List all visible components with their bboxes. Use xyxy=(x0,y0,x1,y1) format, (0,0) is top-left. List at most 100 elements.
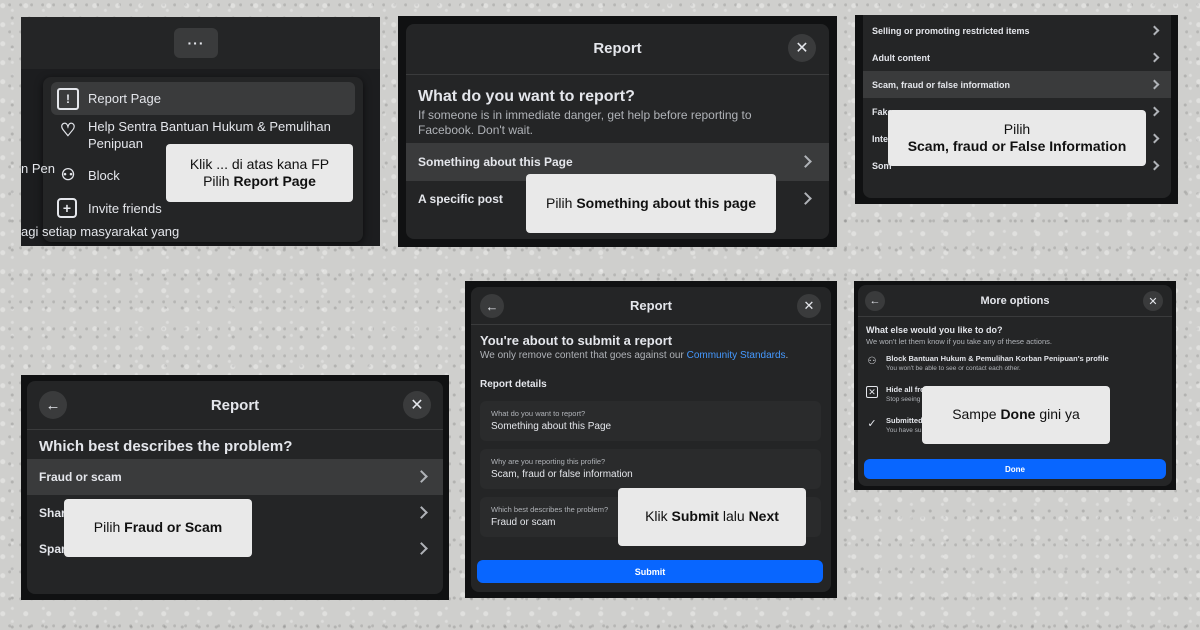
dialog-heading: What else would you like to do? xyxy=(866,325,1003,335)
callout-text: Klik xyxy=(645,508,672,525)
checkmark-icon: ✓ xyxy=(867,417,877,430)
chevron-right-icon xyxy=(1149,25,1160,36)
callout-step-3: Pilih Scam, fraud or False Information xyxy=(888,110,1146,166)
callout-text: Pilih xyxy=(203,173,234,189)
option-label: Shar xyxy=(39,506,66,520)
option-label: Something about this Page xyxy=(418,155,573,169)
option-label: A specific post xyxy=(418,192,503,206)
chevron-right-icon xyxy=(415,542,428,555)
submit-dialog: ← Report ✕ You're about to submit a repo… xyxy=(471,287,831,592)
chevron-right-icon xyxy=(1149,106,1160,117)
divider xyxy=(27,429,443,430)
option-title: Hide all fro xyxy=(886,385,925,394)
detail-answer: Scam, fraud or false information xyxy=(491,469,633,480)
detail-what-to-report: What do you want to report? Something ab… xyxy=(480,401,821,441)
dialog-heading: Which best describes the problem? xyxy=(39,438,293,455)
dialog-title: Report xyxy=(593,40,642,57)
chevron-right-icon xyxy=(1149,79,1160,90)
callout-text: Pilih xyxy=(93,519,125,536)
dialog-subtext: We only remove content that goes against… xyxy=(480,350,788,361)
detail-question: Why are you reporting this profile? xyxy=(491,457,606,466)
option-desc: You won't be able to see or contact each… xyxy=(886,365,1021,372)
callout-bold-text: Scam, fraud or False Information xyxy=(907,138,1127,154)
screenshot-describe-problem: ← Report ✕ Which best describes the prob… xyxy=(21,375,449,600)
background-text-left: n Pen xyxy=(21,161,55,176)
report-icon: ! xyxy=(57,87,79,110)
callout-line: Pilih Report Page xyxy=(203,173,316,191)
option-label: Fraud or scam xyxy=(39,470,122,484)
detail-why-reporting: Why are you reporting this profile? Scam… xyxy=(480,449,821,489)
chevron-right-icon xyxy=(415,506,428,519)
callout-text: gini ya xyxy=(1035,406,1080,423)
chevron-right-icon xyxy=(799,155,812,168)
callout-step-5: Klik Submit lalu Next xyxy=(618,488,806,546)
invite-icon: + xyxy=(57,198,77,218)
callout-bold-text: Something about this page xyxy=(576,194,757,211)
menu-item-label: Block xyxy=(88,167,120,183)
chevron-right-icon xyxy=(1149,133,1160,144)
callout-step-6: Sampe Done gini ya xyxy=(922,386,1110,444)
callout-bold-text: Done xyxy=(1000,406,1036,423)
reason-item-scam[interactable]: Scam, fraud or false information xyxy=(863,71,1171,98)
chevron-right-icon xyxy=(1149,160,1160,171)
dialog-subtext: We won't let them know if you take any o… xyxy=(866,337,1052,346)
callout-bold-text: Submit xyxy=(671,508,719,525)
callout-line: Pilih xyxy=(1003,120,1031,137)
callout-bold-text: Fraud or Scam xyxy=(124,519,223,536)
block-user-icon: ⚇ xyxy=(60,167,76,184)
heart-hand-icon: ♡ xyxy=(59,119,77,140)
reason-dialog: Selling or promoting restricted items Ad… xyxy=(863,15,1171,198)
detail-answer: Something about this Page xyxy=(491,421,612,432)
callout-text: lalu xyxy=(718,508,749,525)
detail-question: What do you want to report? xyxy=(491,409,586,418)
callout-line: Klik ... di atas kana FP xyxy=(189,155,330,172)
chevron-right-icon xyxy=(799,192,812,205)
close-icon[interactable]: ✕ xyxy=(797,294,821,318)
callout-step-4: Pilih Fraud or Scam xyxy=(64,499,252,557)
callout-step-2: Pilih Something about this page xyxy=(526,174,776,233)
background-text: agi setiap masyarakat yang xyxy=(21,224,180,239)
reason-label: Inte xyxy=(872,133,889,144)
callout-bold-text: Report Page xyxy=(233,173,316,189)
dialog-title: Report xyxy=(210,397,260,414)
community-standards-link[interactable]: Community Standards xyxy=(687,350,786,361)
menu-item-report-page[interactable]: ! Report Page xyxy=(51,82,355,115)
callout-bold-text: Next xyxy=(748,508,779,525)
more-button[interactable]: ··· xyxy=(174,28,218,58)
block-user-icon: ⚇ xyxy=(867,355,877,367)
option-title: Block Bantuan Hukum & Pemulihan Korban P… xyxy=(886,354,1109,363)
chevron-right-icon xyxy=(1149,52,1160,63)
option-title: Submitted xyxy=(886,416,923,425)
callout-text: Pilih xyxy=(545,194,577,211)
subtext-part: . xyxy=(785,350,789,361)
callout-step-1: Klik ... di atas kana FP Pilih Report Pa… xyxy=(166,144,353,202)
reason-item-restricted[interactable]: Selling or promoting restricted items xyxy=(863,17,1171,44)
menu-item-label: Report Page xyxy=(88,91,161,106)
dialog-subtext: If someone is in immediate danger, get h… xyxy=(418,108,752,137)
subtext-part: We only remove content that goes against… xyxy=(480,350,687,361)
submit-button[interactable]: Submit xyxy=(477,560,823,583)
detail-question: Which best describes the problem? xyxy=(491,505,609,514)
option-desc: You have su xyxy=(886,427,922,434)
chevron-right-icon xyxy=(415,470,428,483)
close-icon[interactable]: ✕ xyxy=(1143,291,1163,311)
close-icon[interactable]: ✕ xyxy=(788,34,816,62)
option-block-profile[interactable]: ⚇ Block Bantuan Hukum & Pemulihan Korban… xyxy=(866,353,1164,379)
hide-icon: ✕ xyxy=(866,386,878,398)
reason-label: Scam, fraud or false information xyxy=(872,79,1011,90)
dialog-heading: You're about to submit a report xyxy=(480,333,673,348)
report-dialog: ← Report ✕ Which best describes the prob… xyxy=(27,381,443,594)
dialog-heading: What do you want to report? xyxy=(418,88,635,105)
report-details-label: Report details xyxy=(480,379,547,390)
close-icon[interactable]: ✕ xyxy=(403,391,431,419)
option-fraud-or-scam[interactable]: Fraud or scam xyxy=(27,459,443,495)
screenshot-report-page-menu: ··· ! Report Page ♡ Help Sentra Bantuan … xyxy=(21,17,380,246)
dialog-title: More options xyxy=(980,295,1050,307)
reason-label: Adult content xyxy=(872,52,930,63)
reason-item-adult[interactable]: Adult content xyxy=(863,44,1171,71)
divider xyxy=(471,324,831,325)
callout-text: Sampe xyxy=(952,406,1001,423)
done-button[interactable]: Done xyxy=(864,459,1166,479)
menu-item-label: Invite friends xyxy=(88,200,162,216)
screenshot-submit-report: ← Report ✕ You're about to submit a repo… xyxy=(465,281,837,598)
